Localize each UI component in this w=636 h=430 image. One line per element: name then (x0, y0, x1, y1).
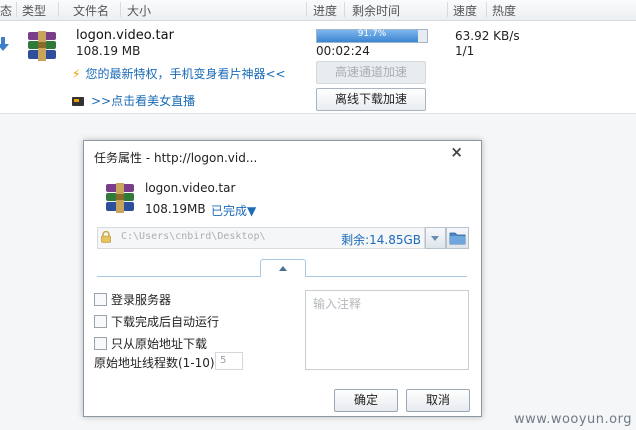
col-remaining[interactable]: 剩余时间 (352, 2, 400, 19)
fast-channel-button[interactable]: 高速通道加速 (316, 61, 426, 84)
notes-textarea[interactable]: 输入注释 (305, 290, 469, 370)
browse-folder-button[interactable] (446, 227, 469, 249)
close-icon[interactable]: × (450, 143, 463, 161)
promo-live-text: >>点击看美女直播 (91, 94, 196, 108)
save-path-field[interactable]: C:\Users\cnbird\Desktop\ 剩余:14.85GB (97, 227, 425, 249)
folder-icon (449, 232, 466, 245)
option-autorun[interactable]: 下载完成后自动运行 (94, 313, 219, 330)
column-header: 态 类型 文件名 大小 进度 剩余时间 速度 热度 (0, 0, 636, 21)
origin-only-label: 只从原始地址下载 (111, 337, 208, 351)
free-space: 剩余:14.85GB (341, 233, 421, 247)
rar-archive-icon (106, 183, 134, 213)
col-speed[interactable]: 速度 (453, 2, 477, 19)
col-heat[interactable]: 热度 (492, 2, 516, 19)
status-dropdown[interactable]: 已完成▼ (211, 202, 256, 219)
col-size[interactable]: 大小 (127, 2, 151, 19)
lock-icon (101, 231, 111, 243)
dialog-filesize: 108.19MB (145, 202, 206, 216)
notes-placeholder: 输入注释 (313, 297, 362, 311)
collapse-toggle-button[interactable] (260, 259, 306, 277)
dialog-filename: logon.video.tar (145, 181, 236, 195)
task-filesize: 108.19 MB (76, 44, 141, 58)
cancel-button[interactable]: 取消 (406, 389, 470, 412)
tv-icon (72, 97, 84, 106)
col-separator[interactable] (344, 2, 345, 17)
option-login-server[interactable]: 登录服务器 (94, 291, 171, 308)
lightning-icon: ⚡ (72, 67, 81, 81)
dialog-title: 任务属性 - http://logon.vid... (94, 151, 258, 165)
col-separator[interactable] (486, 2, 487, 17)
col-progress[interactable]: 进度 (313, 2, 337, 19)
promo-privilege-link[interactable]: ⚡ 您的最新特权，手机变身看片神器<< (72, 65, 286, 82)
path-history-dropdown-button[interactable] (425, 227, 446, 249)
download-speed: 63.92 KB/s (455, 29, 520, 43)
save-path-text: C:\Users\cnbird\Desktop\ (121, 231, 266, 242)
autorun-checkbox[interactable] (94, 315, 107, 328)
col-separator[interactable] (447, 2, 448, 17)
login-server-label: 登录服务器 (111, 293, 172, 307)
offline-download-button[interactable]: 离线下载加速 (316, 88, 426, 111)
remaining-time: 00:02:24 (316, 44, 370, 58)
option-origin-only[interactable]: 只从原始地址下载 (94, 335, 207, 352)
col-separator[interactable] (120, 2, 121, 17)
autorun-label: 下载完成后自动运行 (111, 315, 220, 329)
origin-only-checkbox[interactable] (94, 337, 107, 350)
col-status[interactable]: 态 (0, 2, 12, 19)
download-task-row[interactable]: logon.video.tar 108.19 MB ⚡ 您的最新特权，手机变身看片… (0, 21, 636, 114)
progress-percent: 91.7% (357, 29, 387, 39)
threads-input[interactable]: 5 (215, 352, 243, 370)
rar-archive-icon (28, 31, 56, 61)
col-type[interactable]: 类型 (22, 2, 46, 19)
col-separator[interactable] (58, 2, 59, 17)
watermark: www.wooyun.org (513, 412, 632, 427)
threads-label: 原始地址线程数(1-10) (94, 356, 215, 370)
col-separator[interactable] (16, 2, 17, 17)
promo-live-link[interactable]: >>点击看美女直播 (72, 92, 195, 109)
col-separator[interactable] (306, 2, 307, 17)
login-server-checkbox[interactable] (94, 293, 107, 306)
download-arrow-icon (0, 37, 9, 51)
col-filename[interactable]: 文件名 (73, 2, 109, 19)
task-properties-dialog: 任务属性 - http://logon.vid... × logon.video… (83, 140, 482, 417)
download-progress-bar: 91.7% (316, 29, 428, 43)
connection-count: 1/1 (455, 44, 475, 58)
ok-button[interactable]: 确定 (334, 389, 398, 412)
task-filename: logon.video.tar (76, 28, 174, 43)
promo-privilege-text: 您的最新特权，手机变身看片神器<< (85, 67, 286, 81)
